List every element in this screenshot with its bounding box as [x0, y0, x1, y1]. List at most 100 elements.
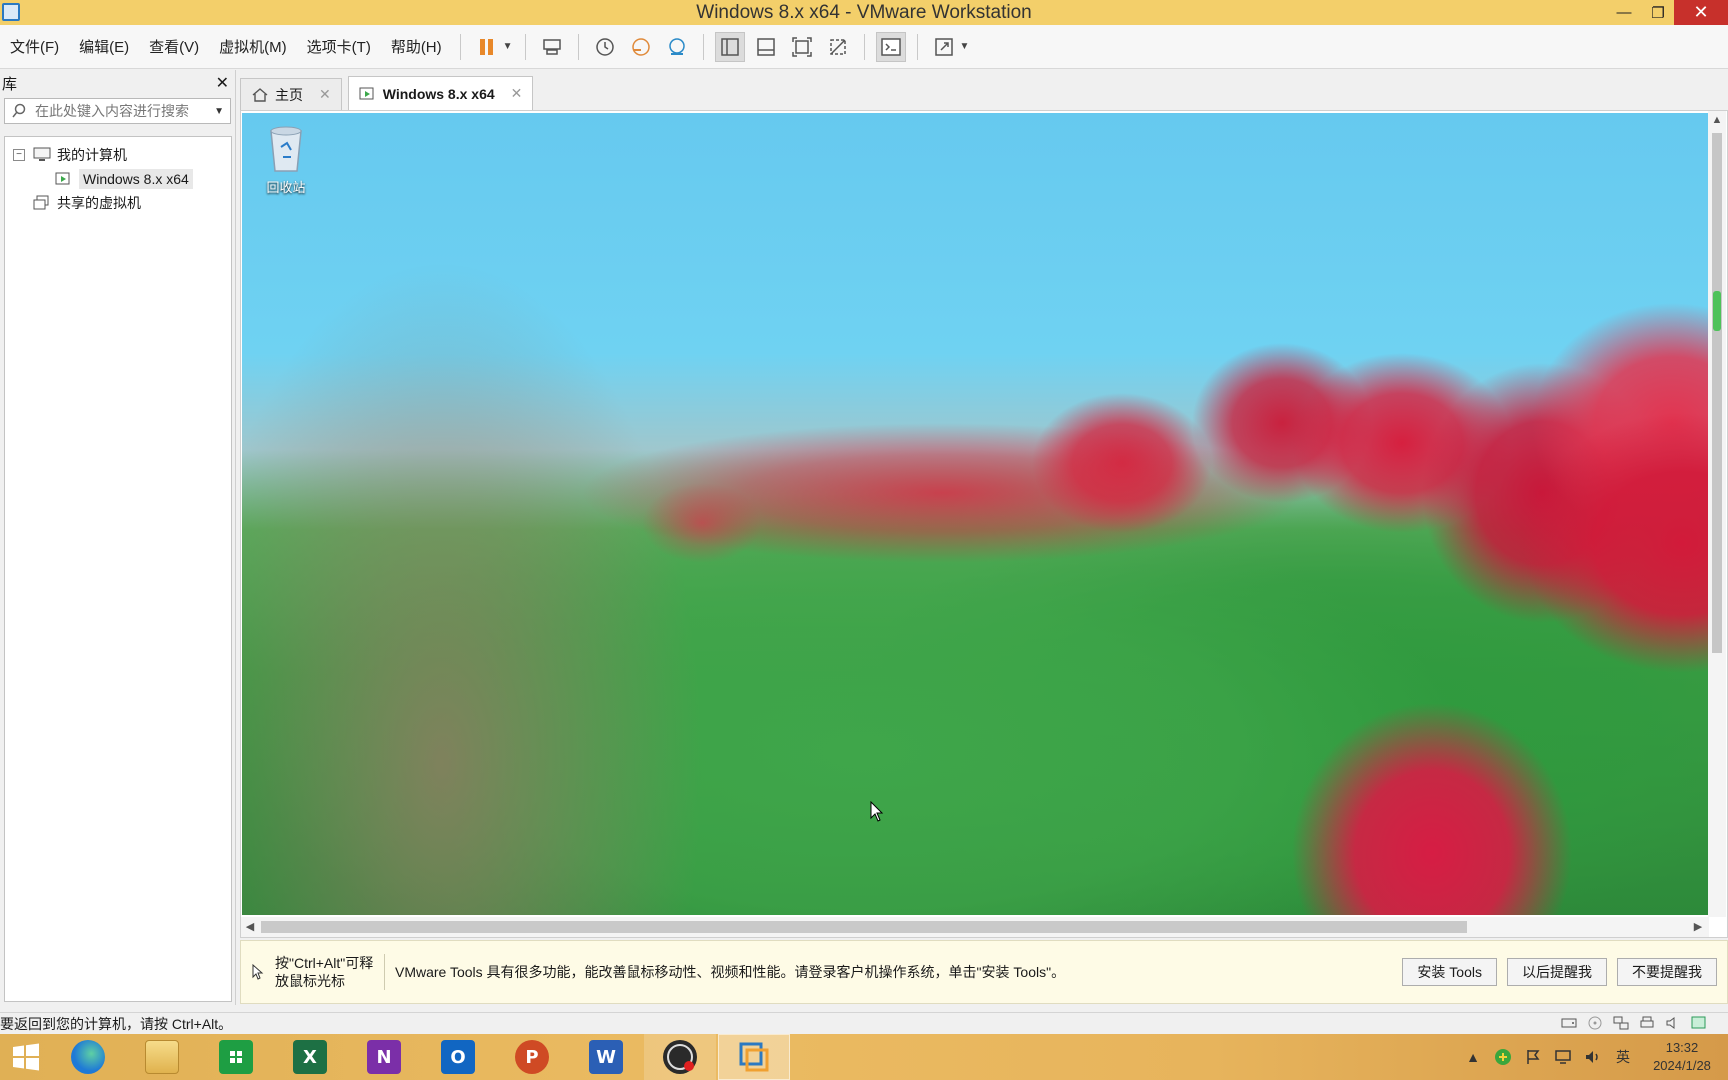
release-cursor-icon	[252, 964, 264, 980]
printer-icon[interactable]	[1638, 1015, 1656, 1031]
menu-help[interactable]: 帮助(H)	[381, 36, 452, 57]
fullscreen-button[interactable]	[787, 32, 817, 62]
snapshot-button[interactable]	[590, 32, 620, 62]
menu-vm[interactable]: 虚拟机(M)	[209, 36, 297, 57]
tab-close-icon[interactable]: ✕	[319, 86, 331, 103]
action-center-flag-icon[interactable]	[1524, 1048, 1542, 1066]
library-title: 库	[2, 75, 18, 93]
menu-view[interactable]: 查看(V)	[139, 36, 209, 57]
status-text: 要返回到您的计算机，请按 Ctrl+Alt。	[0, 1015, 233, 1032]
tools-message: VMware Tools 具有很多功能，能改善鼠标移动性、视频和性能。请登录客户…	[395, 964, 1066, 980]
stretch-icon	[934, 37, 953, 56]
remind-later-button[interactable]: 以后提醒我	[1507, 958, 1607, 986]
menu-tabs[interactable]: 选项卡(T)	[297, 36, 381, 57]
windows-logo-icon	[13, 1043, 39, 1071]
library-tree: − 我的计算机 Windows 8.x x64 共享的虚拟机	[4, 136, 232, 1002]
terminal-icon	[880, 37, 901, 56]
library-search-input[interactable]: 在此处键入内容进行搜索 ▼	[4, 98, 231, 124]
menu-toolbar: 文件(F) 编辑(E) 查看(V) 虚拟机(M) 选项卡(T) 帮助(H) ▼ …	[0, 25, 1728, 69]
scroll-up-icon[interactable]: ▲	[1708, 111, 1726, 129]
pause-button[interactable]	[472, 32, 502, 62]
excel-icon: X	[293, 1040, 327, 1074]
tab-home-label: 主页	[275, 86, 303, 103]
hint-line-2: 放鼠标光标	[275, 973, 345, 989]
tree-item-vm[interactable]: Windows 8.x x64	[5, 167, 231, 191]
shared-vm-icon	[33, 195, 49, 210]
tree-label-shared-vms: 共享的虚拟机	[57, 195, 141, 211]
hint-line-1: 按"Ctrl+Alt"可释	[275, 955, 374, 971]
library-close-icon[interactable]: ✕	[216, 73, 229, 93]
search-dropdown-caret[interactable]: ▼	[214, 106, 224, 117]
taskbar-edge[interactable]	[52, 1034, 124, 1080]
stretch-dropdown-caret[interactable]: ▼	[960, 41, 970, 52]
tree-item-shared-vms[interactable]: 共享的虚拟机	[5, 191, 231, 215]
horizontal-scrollbar[interactable]: ◀ ▶	[241, 917, 1709, 937]
console-view-button[interactable]	[875, 31, 906, 62]
taskbar-vmware[interactable]	[718, 1034, 790, 1080]
toolbar-separator	[863, 33, 865, 60]
stretch-guest-button[interactable]	[929, 32, 959, 62]
search-placeholder: 在此处键入内容进行搜索	[35, 103, 189, 119]
tab-vm[interactable]: Windows 8.x x64 ✕	[347, 76, 534, 110]
toolbar-separator	[524, 33, 526, 60]
show-library-button[interactable]	[714, 31, 745, 62]
network-icon[interactable]	[1554, 1048, 1572, 1066]
install-tools-button[interactable]: 安装 Tools	[1402, 958, 1497, 986]
revert-snapshot-button[interactable]	[626, 32, 656, 62]
tree-item-my-computer[interactable]: − 我的计算机	[5, 143, 231, 167]
scroll-right-icon[interactable]: ▶	[1689, 917, 1707, 937]
menu-file[interactable]: 文件(F)	[0, 36, 69, 57]
never-remind-button[interactable]: 不要提醒我	[1617, 958, 1717, 986]
volume-icon[interactable]	[1584, 1048, 1602, 1066]
taskbar-obs[interactable]	[644, 1034, 716, 1080]
vertical-scroll-thumb[interactable]	[1712, 133, 1722, 653]
folder-icon	[145, 1040, 179, 1074]
guest-desktop[interactable]: 回收站	[242, 113, 1708, 915]
close-button[interactable]: ✕	[1674, 0, 1728, 25]
message-log-icon[interactable]	[1690, 1015, 1708, 1031]
taskbar-onenote[interactable]: N	[348, 1034, 420, 1080]
device-status-icons	[1552, 1015, 1708, 1031]
taskbar-outlook[interactable]: O	[422, 1034, 494, 1080]
vmware-logo-icon	[2, 3, 20, 21]
taskbar-powerpoint[interactable]: P	[496, 1034, 568, 1080]
taskbar-file-explorer[interactable]	[126, 1034, 198, 1080]
tab-close-icon[interactable]: ✕	[511, 85, 523, 102]
tray-clock[interactable]: 13:32 2024/1/28	[1638, 1039, 1726, 1075]
taskbar-excel[interactable]: X	[274, 1034, 346, 1080]
recycle-bin-shortcut[interactable]: 回收站	[260, 123, 312, 196]
word-icon: W	[589, 1040, 623, 1074]
recycle-bin-label: 回收站	[266, 180, 306, 195]
unity-icon	[829, 38, 846, 55]
vm-icon	[55, 172, 70, 185]
taskbar-store[interactable]	[200, 1034, 272, 1080]
unity-button[interactable]	[823, 32, 853, 62]
toolbar-separator	[577, 33, 579, 60]
obs-record-icon	[663, 1040, 697, 1074]
thumbnail-bar-button[interactable]	[751, 32, 781, 62]
menu-edit[interactable]: 编辑(E)	[69, 36, 139, 57]
cd-rom-icon[interactable]	[1586, 1015, 1604, 1031]
snapshot-manager-button[interactable]	[662, 32, 692, 62]
snapshot-clock-icon	[595, 37, 614, 56]
sound-card-icon[interactable]	[1664, 1015, 1682, 1031]
hard-disk-icon[interactable]	[1560, 1015, 1578, 1031]
network-adapter-icon[interactable]	[1612, 1015, 1630, 1031]
horizontal-scroll-thumb[interactable]	[261, 921, 1467, 933]
vmware-icon	[737, 1040, 771, 1074]
tray-expand-icon[interactable]: ▲	[1464, 1048, 1482, 1066]
tab-home[interactable]: 主页 ✕	[240, 78, 342, 110]
pause-icon	[479, 38, 493, 55]
outlook-icon: O	[441, 1040, 475, 1074]
collapse-toggle-icon[interactable]: −	[13, 149, 25, 161]
taskbar-word[interactable]: W	[570, 1034, 642, 1080]
powerpoint-icon: P	[515, 1040, 549, 1074]
vertical-scrollbar[interactable]: ▲	[1708, 111, 1726, 917]
pause-dropdown-caret[interactable]: ▼	[503, 41, 513, 52]
host-taskbar: X N O P W ▲ 英 13:32 2024/1/28	[0, 1034, 1728, 1080]
tray-vpn-icon[interactable]	[1494, 1048, 1512, 1066]
input-language-indicator[interactable]: 英	[1614, 1048, 1632, 1066]
scroll-left-icon[interactable]: ◀	[241, 917, 259, 937]
start-button[interactable]	[0, 1034, 52, 1080]
send-ctrl-alt-del-button[interactable]	[537, 32, 567, 62]
